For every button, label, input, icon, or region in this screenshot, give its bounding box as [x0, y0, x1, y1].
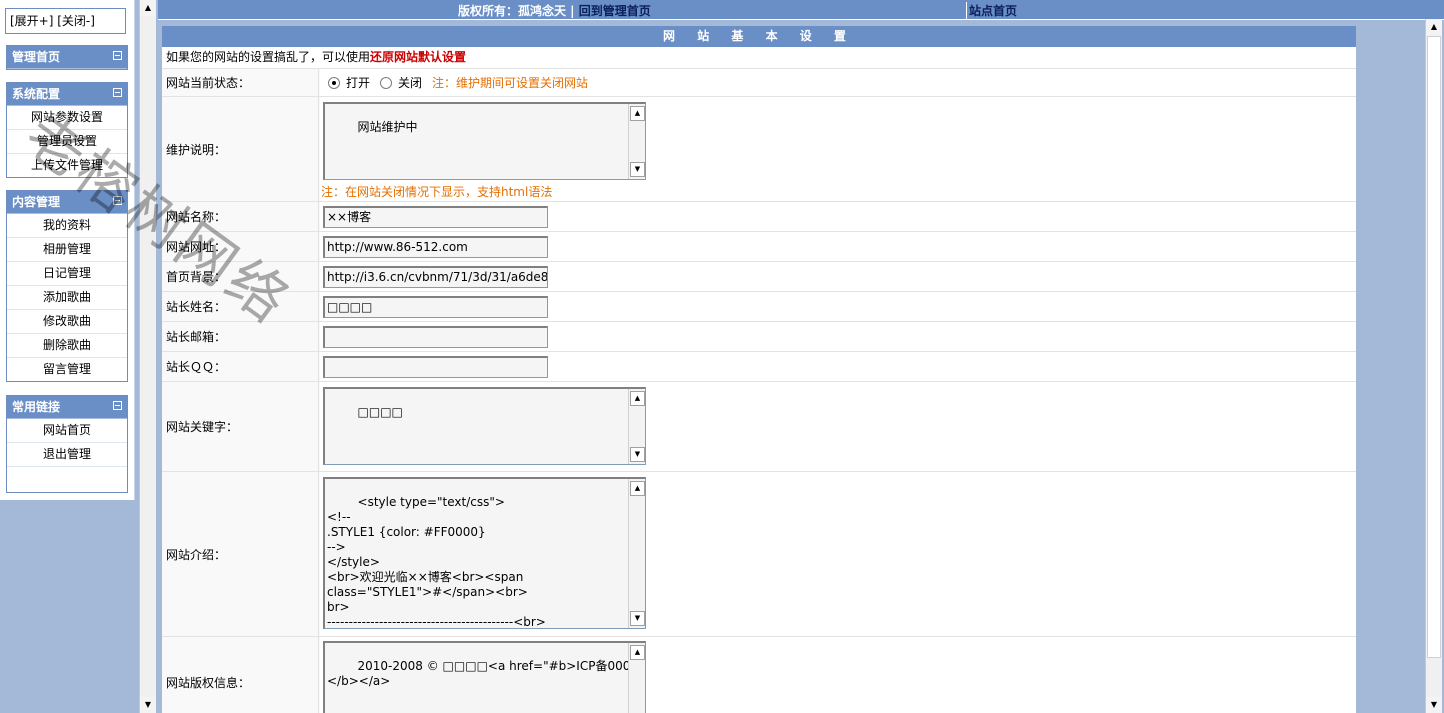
sidebar-item-add-song[interactable]: 添加歌曲 [7, 286, 127, 310]
site-name-input[interactable]: ××博客 [323, 206, 548, 228]
panel-content-management: 内容管理 我的资料 相册管理 日记管理 添加歌曲 修改歌曲 删除歌曲 留言管理 [6, 190, 128, 382]
row-copyright: 网站版权信息： 2010-2008 © □□□□<a href="#b>ICP备… [162, 637, 1356, 713]
status-note: 注：维护期间可设置关闭网站 [432, 76, 589, 90]
sidebar-item-site-params[interactable]: 网站参数设置 [7, 106, 127, 130]
collapse-icon[interactable] [113, 401, 122, 410]
panel-header-system-config[interactable]: 系统配置 [7, 83, 127, 106]
copyright-text: 2010-2008 © □□□□<a href="#b>ICP备000000号 … [327, 659, 645, 688]
maintenance-textarea[interactable]: 网站维护中 ▲ ▼ [323, 102, 646, 180]
sidebar-item-diary[interactable]: 日记管理 [7, 262, 127, 286]
intro-text: <style type="text/css"> <!-- .STYLE1 {co… [327, 495, 546, 629]
collapse-icon[interactable] [113, 51, 122, 60]
textarea-scrollbar[interactable]: ▲ [628, 643, 645, 713]
row-owner-qq: 站长ＱＱ： [162, 352, 1356, 382]
panel-admin-home: 管理首页 [6, 45, 128, 70]
keywords-label: 网站关键字： [162, 382, 319, 471]
textarea-scrollbar[interactable]: ▲ ▼ [628, 104, 645, 179]
sidebar-item-site-home[interactable]: 网站首页 [7, 419, 127, 443]
settings-form: 网 站 基 本 设 置 如果您的网站的设置搞乱了，可以使用还原网站默认设置 网站… [162, 26, 1356, 713]
status-close-radio[interactable] [380, 76, 393, 89]
sidebar-item-logout[interactable]: 退出管理 [7, 443, 127, 467]
row-owner-email: 站长邮箱： [162, 322, 1356, 352]
copyright-label: 网站版权信息： [162, 637, 319, 713]
restore-defaults-link[interactable]: 还原网站默认设置 [370, 50, 466, 64]
panel-system-config: 系统配置 网站参数设置 管理员设置 上传文件管理 [6, 82, 128, 178]
status-open-radio[interactable] [328, 76, 340, 89]
sidebar-item-admin-settings[interactable]: 管理员设置 [7, 130, 127, 154]
panel-title: 系统配置 [12, 87, 61, 101]
status-close-label[interactable]: 关闭 [398, 74, 422, 91]
panel-header-common-links[interactable]: 常用链接 [7, 396, 127, 419]
panel-title: 管理首页 [12, 50, 61, 64]
site-name-label: 网站名称： [162, 202, 319, 231]
restore-notice: 如果您的网站的设置搞乱了，可以使用还原网站默认设置 [162, 47, 1356, 69]
panel-title: 内容管理 [12, 195, 61, 209]
row-home-background: 首页背景： http://i3.6.cn/cvbnm/71/3d/31/a6de… [162, 262, 1356, 292]
collapse-icon[interactable] [113, 196, 122, 205]
row-site-status: 网站当前状态： 打开 关闭 注：维护期间可设置关闭网站 [162, 69, 1356, 97]
sidebar-item-upload-files[interactable]: 上传文件管理 [7, 154, 127, 177]
status-label: 网站当前状态： [162, 69, 319, 96]
sidebar-item-guestbook[interactable]: 留言管理 [7, 358, 127, 381]
row-site-url: 网站网址： http://www.86-512.com [162, 232, 1356, 262]
panel-common-links: 常用链接 网站首页 退出管理 [6, 395, 128, 493]
owner-email-label: 站长邮箱： [162, 322, 319, 351]
copyright-textarea[interactable]: 2010-2008 © □□□□<a href="#b>ICP备000000号 … [323, 641, 646, 713]
panel-header-admin-home[interactable]: 管理首页 [7, 46, 127, 69]
top-bar: 版权所有：孤鸿念天 | 回到管理首页 站点首页 [158, 0, 1444, 20]
form-title: 网 站 基 本 设 置 [162, 26, 1356, 47]
owner-email-input[interactable] [323, 326, 548, 348]
intro-label: 网站介绍： [162, 472, 319, 636]
owner-qq-input[interactable] [323, 356, 548, 378]
keywords-text: □□□□ [357, 405, 403, 419]
row-owner-name: 站长姓名： □□□□ [162, 292, 1356, 322]
sidebar-scrollbar[interactable]: ▲ ▼ [139, 0, 156, 713]
main-scrollbar[interactable]: ▲ ▼ [1425, 19, 1442, 713]
row-site-intro: 网站介绍： <style type="text/css"> <!-- .STYL… [162, 472, 1356, 637]
panel-title: 常用链接 [12, 400, 61, 414]
row-maintenance: 维护说明： 网站维护中 ▲ ▼ 注：在网站关闭情况下显示，支持html语法 [162, 97, 1356, 202]
back-to-admin-home-link[interactable]: 回到管理首页 [579, 4, 651, 18]
sidebar-item-edit-song[interactable]: 修改歌曲 [7, 310, 127, 334]
intro-textarea[interactable]: <style type="text/css"> <!-- .STYLE1 {co… [323, 477, 646, 629]
copyright-text: 版权所有：孤鸿念天 | [458, 4, 575, 18]
sidebar-item-album[interactable]: 相册管理 [7, 238, 127, 262]
scroll-up-arrow-icon[interactable]: ▲ [1426, 19, 1442, 35]
row-keywords: 网站关键字： □□□□ ▲ ▼ [162, 382, 1356, 472]
home-bg-label: 首页背景： [162, 262, 319, 291]
owner-qq-label: 站长ＱＱ： [162, 352, 319, 381]
maintenance-note: 注：在网站关闭情况下显示，支持html语法 [321, 185, 553, 199]
status-open-label[interactable]: 打开 [346, 74, 370, 91]
sidebar-item-my-profile[interactable]: 我的资料 [7, 214, 127, 238]
owner-name-label: 站长姓名： [162, 292, 319, 321]
collapse-icon[interactable] [113, 88, 122, 97]
textarea-scrollbar[interactable]: ▲ ▼ [628, 389, 645, 464]
row-site-name: 网站名称： ××博客 [162, 202, 1356, 232]
home-bg-input[interactable]: http://i3.6.cn/cvbnm/71/3d/31/a6de8d6 [323, 266, 548, 288]
maintenance-text: 网站维护中 [357, 120, 418, 134]
copyright-bar: 版权所有：孤鸿念天 | 回到管理首页 [458, 2, 651, 19]
site-home-link[interactable]: 站点首页 [966, 2, 1017, 19]
expand-collapse-toggle[interactable]: [展开+] [关闭-] [5, 8, 126, 34]
site-url-input[interactable]: http://www.86-512.com [323, 236, 548, 258]
notice-text: 如果您的网站的设置搞乱了，可以使用 [166, 50, 371, 64]
textarea-scrollbar[interactable]: ▲ ▼ [628, 479, 645, 628]
scroll-up-arrow-icon[interactable]: ▲ [140, 0, 156, 16]
sidebar: [展开+] [关闭-] 管理首页 系统配置 网站参数设置 管理员设置 上传文件管… [0, 0, 135, 500]
keywords-textarea[interactable]: □□□□ ▲ ▼ [323, 387, 646, 465]
maintenance-label: 维护说明： [162, 97, 319, 201]
scroll-down-arrow-icon[interactable]: ▼ [1426, 697, 1442, 713]
panel-header-content-management[interactable]: 内容管理 [7, 191, 127, 214]
site-url-label: 网站网址： [162, 232, 319, 261]
owner-name-input[interactable]: □□□□ [323, 296, 548, 318]
scroll-thumb[interactable] [1427, 36, 1441, 658]
sidebar-item-delete-song[interactable]: 删除歌曲 [7, 334, 127, 358]
scroll-down-arrow-icon[interactable]: ▼ [140, 697, 156, 713]
